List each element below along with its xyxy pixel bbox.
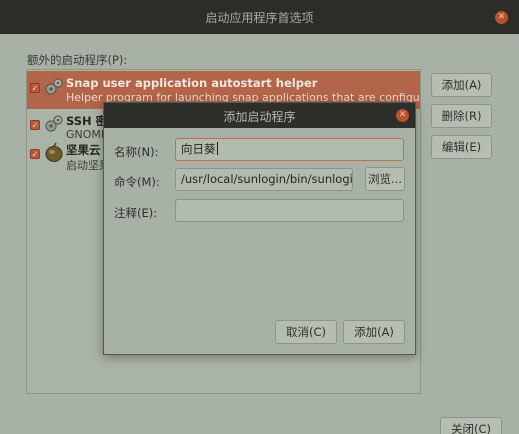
browse-button[interactable]: 浏览...: [365, 167, 405, 191]
checkbox[interactable]: ✓: [30, 149, 40, 159]
nut-icon: [45, 142, 63, 162]
program-name: Snap user application autostart helper: [66, 76, 318, 90]
add-startup-program-dialog: 添加启动程序 ✕ 名称(N): 向日葵 命令(M): /usr/local/su…: [103, 102, 416, 355]
dialog-titlebar: 添加启动程序 ✕: [104, 103, 415, 128]
main-titlebar: 启动应用程序首选项 ✕: [0, 0, 519, 34]
comment-field[interactable]: [175, 199, 404, 222]
comment-label: 注释(E):: [114, 206, 158, 220]
command-value: /usr/local/sunlogin/bin/sunloginc: [181, 172, 353, 186]
close-icon[interactable]: ✕: [495, 11, 508, 24]
name-label: 名称(N):: [114, 145, 159, 159]
main-window-title: 启动应用程序首选项: [205, 11, 314, 25]
program-name: 坚果云: [66, 143, 101, 157]
dialog-title: 添加启动程序: [223, 110, 296, 124]
command-field[interactable]: /usr/local/sunlogin/bin/sunloginc: [175, 168, 353, 191]
add-button[interactable]: 添加(A): [431, 73, 492, 97]
edit-button[interactable]: 编辑(E): [431, 135, 492, 159]
close-button[interactable]: 关闭(C): [440, 417, 502, 434]
remove-button[interactable]: 删除(R): [431, 104, 492, 128]
gears-icon: [45, 115, 63, 132]
close-icon[interactable]: ✕: [396, 109, 409, 122]
name-field[interactable]: 向日葵: [175, 138, 404, 161]
checkbox[interactable]: ✓: [30, 120, 40, 130]
name-value: 向日葵: [181, 142, 216, 156]
add-confirm-button[interactable]: 添加(A): [343, 320, 405, 344]
text-caret: [216, 142, 218, 155]
command-label: 命令(M):: [114, 175, 160, 189]
gears-icon: [45, 78, 63, 95]
cancel-button[interactable]: 取消(C): [275, 320, 337, 344]
program-list-label: 额外的启动程序(P):: [27, 53, 128, 67]
checkbox[interactable]: ✓: [30, 83, 40, 93]
